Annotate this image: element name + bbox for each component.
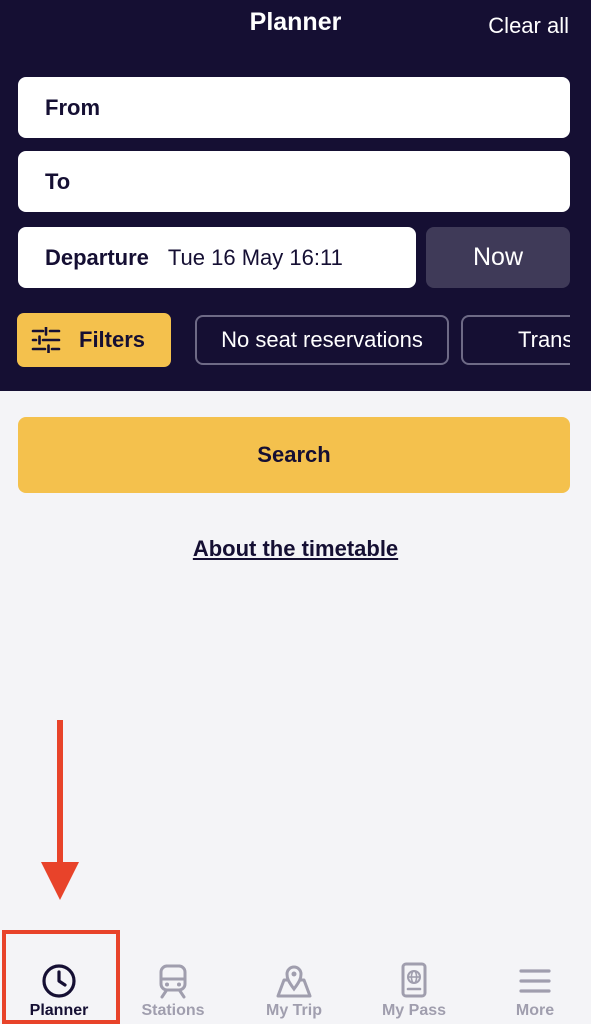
map-pin-icon bbox=[275, 962, 313, 1000]
tab-stations[interactable]: Stations bbox=[114, 946, 232, 1024]
tab-label: More bbox=[515, 1002, 555, 1019]
tab-my-pass[interactable]: My Pass bbox=[355, 946, 473, 1024]
annotation-highlight-box bbox=[2, 930, 120, 1024]
annotation-arrow bbox=[36, 718, 84, 907]
menu-icon bbox=[516, 962, 554, 1000]
sliders-icon bbox=[31, 327, 61, 353]
tab-label: Stations bbox=[141, 1002, 205, 1019]
departure-value: Tue 16 May 16:11 bbox=[167, 244, 343, 270]
chip-transfers[interactable]: Transfers bbox=[461, 315, 570, 365]
search-button[interactable]: Search bbox=[18, 417, 570, 493]
about-timetable-link[interactable]: About the timetable bbox=[0, 536, 591, 562]
filters-label: Filters bbox=[79, 327, 146, 352]
planner-header: Planner Clear all From To Departure Tue … bbox=[0, 0, 591, 391]
now-button[interactable]: Now bbox=[426, 227, 570, 288]
departure-field[interactable]: Departure Tue 16 May 16:11 bbox=[18, 227, 416, 288]
tab-label: My Trip bbox=[265, 1002, 322, 1019]
filter-chips-row: Filters No seat reservations Transfers bbox=[0, 313, 570, 368]
passport-icon bbox=[395, 962, 433, 1000]
departure-label: Departure bbox=[45, 244, 149, 270]
chip-no-seat-reservations[interactable]: No seat reservations bbox=[195, 315, 449, 365]
tab-my-trip[interactable]: My Trip bbox=[235, 946, 353, 1024]
to-label: To bbox=[45, 168, 71, 194]
tab-more[interactable]: More bbox=[476, 946, 591, 1024]
to-field[interactable]: To bbox=[18, 151, 570, 212]
tab-label: My Pass bbox=[381, 1002, 447, 1019]
clear-all-button[interactable]: Clear all bbox=[488, 13, 569, 39]
train-icon bbox=[154, 962, 192, 1000]
from-label: From bbox=[45, 94, 100, 120]
from-field[interactable]: From bbox=[18, 77, 570, 138]
filters-button[interactable]: Filters bbox=[17, 313, 171, 367]
